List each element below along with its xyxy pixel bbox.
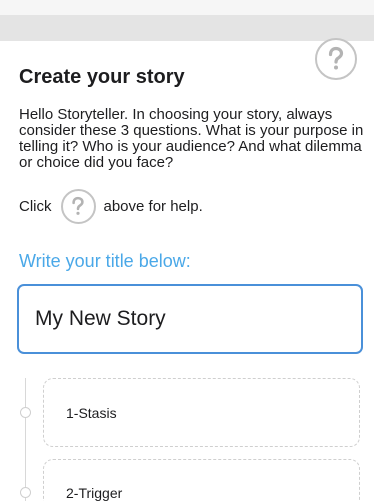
page-title: Create your story [19, 66, 185, 88]
stage-label: 2-Trigger [66, 485, 123, 501]
stage-dot-stasis [20, 407, 31, 418]
stage-card-stasis[interactable]: 1-Stasis [43, 378, 360, 447]
help-hint-prefix: Click [19, 197, 52, 215]
question-mark-icon [328, 46, 344, 70]
intro-text: Hello Storyteller. In choosing your stor… [19, 106, 364, 171]
timeline-line [25, 378, 26, 501]
question-mark-icon [72, 196, 84, 215]
top-bar [0, 15, 374, 41]
help-hint-suffix: above for help. [103, 197, 203, 215]
title-prompt-label: Write your title below: [19, 251, 191, 271]
story-editor-screen: Create your story Hello Storyteller. In … [0, 0, 374, 501]
inline-help-button[interactable] [60, 188, 96, 224]
help-button[interactable] [315, 38, 357, 80]
stage-dot-trigger [20, 487, 31, 498]
top-strip [0, 0, 374, 16]
story-title-input[interactable] [17, 284, 363, 354]
help-hint: Click above for help. [19, 188, 203, 224]
stage-card-trigger[interactable]: 2-Trigger [43, 459, 360, 501]
stage-label: 1-Stasis [66, 404, 117, 421]
